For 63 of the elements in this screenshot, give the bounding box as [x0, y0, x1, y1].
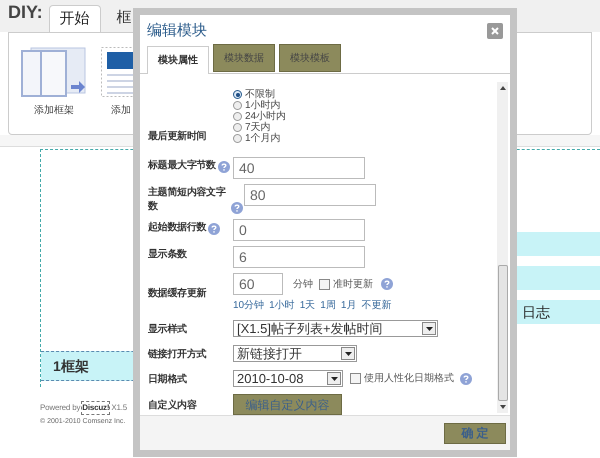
help-icon[interactable]	[208, 223, 220, 235]
scroll-up-arrow-icon[interactable]	[500, 86, 506, 90]
radio-button[interactable]	[233, 134, 242, 143]
field-label: 日期格式	[148, 372, 187, 386]
scrollbar[interactable]	[497, 82, 508, 413]
radio-label: 1个月内	[245, 133, 281, 144]
select-dropdown[interactable]: [X1.5]帖子列表+发帖时间	[233, 320, 438, 337]
radio-label: 7天内	[245, 122, 271, 133]
text-input[interactable]: 80	[244, 184, 376, 206]
field-label: 显示样式	[148, 322, 187, 336]
interval-link[interactable]: 1小时	[269, 298, 295, 313]
field-label: 起始数据行数	[148, 221, 206, 235]
select-dropdown[interactable]: 新链接打开	[233, 345, 357, 362]
help-icon[interactable]	[231, 202, 243, 214]
diy-label: DIY:	[8, 1, 43, 24]
checkbox[interactable]	[350, 373, 361, 384]
powered-by-text: Powered by	[40, 402, 80, 414]
help-icon[interactable]	[218, 161, 230, 173]
interval-link[interactable]: 1周	[320, 298, 336, 313]
field-label: 显示条数	[148, 248, 187, 262]
text-input[interactable]: 40	[233, 157, 365, 179]
interval-link[interactable]: 10分钟	[233, 298, 264, 313]
interval-link[interactable]: 1天	[300, 298, 316, 313]
scroll-down-arrow-icon[interactable]	[500, 405, 506, 409]
version-text: X1.5	[111, 402, 127, 414]
field-label: 最后更新时间	[148, 130, 206, 144]
text-input[interactable]: 0	[233, 219, 365, 241]
radio-label: 24小时内	[245, 111, 286, 122]
toolbar-label: 添加	[111, 104, 131, 118]
field-label: 标题最大字节数	[148, 159, 216, 173]
radio-label: 不限制	[245, 89, 275, 100]
dialog-tab[interactable]: 模块属性	[147, 46, 209, 74]
help-icon[interactable]	[381, 278, 393, 290]
interval-link[interactable]: 1月	[340, 298, 356, 313]
dialog-title: 编辑模块	[147, 20, 207, 41]
select-dropdown[interactable]: 2010-10-08	[233, 370, 343, 387]
diy-tab[interactable]: 开始	[48, 5, 101, 32]
frames-icon	[21, 47, 87, 97]
close-icon	[491, 27, 499, 35]
toolbar-item[interactable]: 添加	[96, 47, 133, 134]
field-label: 自定义内容	[148, 398, 197, 412]
interval-link[interactable]: 不更新	[361, 298, 392, 313]
checkbox-label: 使用人性化日期格式	[364, 372, 454, 386]
text-input[interactable]: 6	[233, 246, 365, 268]
text-input[interactable]: 60	[233, 273, 283, 295]
toolbar-item[interactable]: 添加框架	[21, 47, 87, 134]
unit-label: 分钟	[293, 278, 313, 292]
field-label: 链接打开方式	[148, 348, 206, 362]
field-label: 主题简短内容文字数	[148, 186, 227, 214]
help-icon[interactable]	[460, 372, 472, 384]
module-title: 日志	[522, 302, 550, 322]
checkbox[interactable]	[319, 278, 330, 290]
toolbar-label: 添加框架	[34, 104, 74, 118]
frame-title: 1框架	[53, 356, 89, 376]
brand-link[interactable]: Discuz!	[81, 401, 110, 415]
radio-button[interactable]	[233, 101, 242, 110]
checkbox-label: 准时更新	[333, 278, 373, 292]
radio-label: 1小时内	[245, 100, 281, 111]
close-button[interactable]	[487, 23, 503, 39]
radio-button[interactable]	[233, 123, 242, 132]
radio-button[interactable]	[233, 112, 242, 121]
field-label: 数据缓存更新	[148, 287, 206, 301]
radio-button[interactable]	[233, 90, 242, 99]
